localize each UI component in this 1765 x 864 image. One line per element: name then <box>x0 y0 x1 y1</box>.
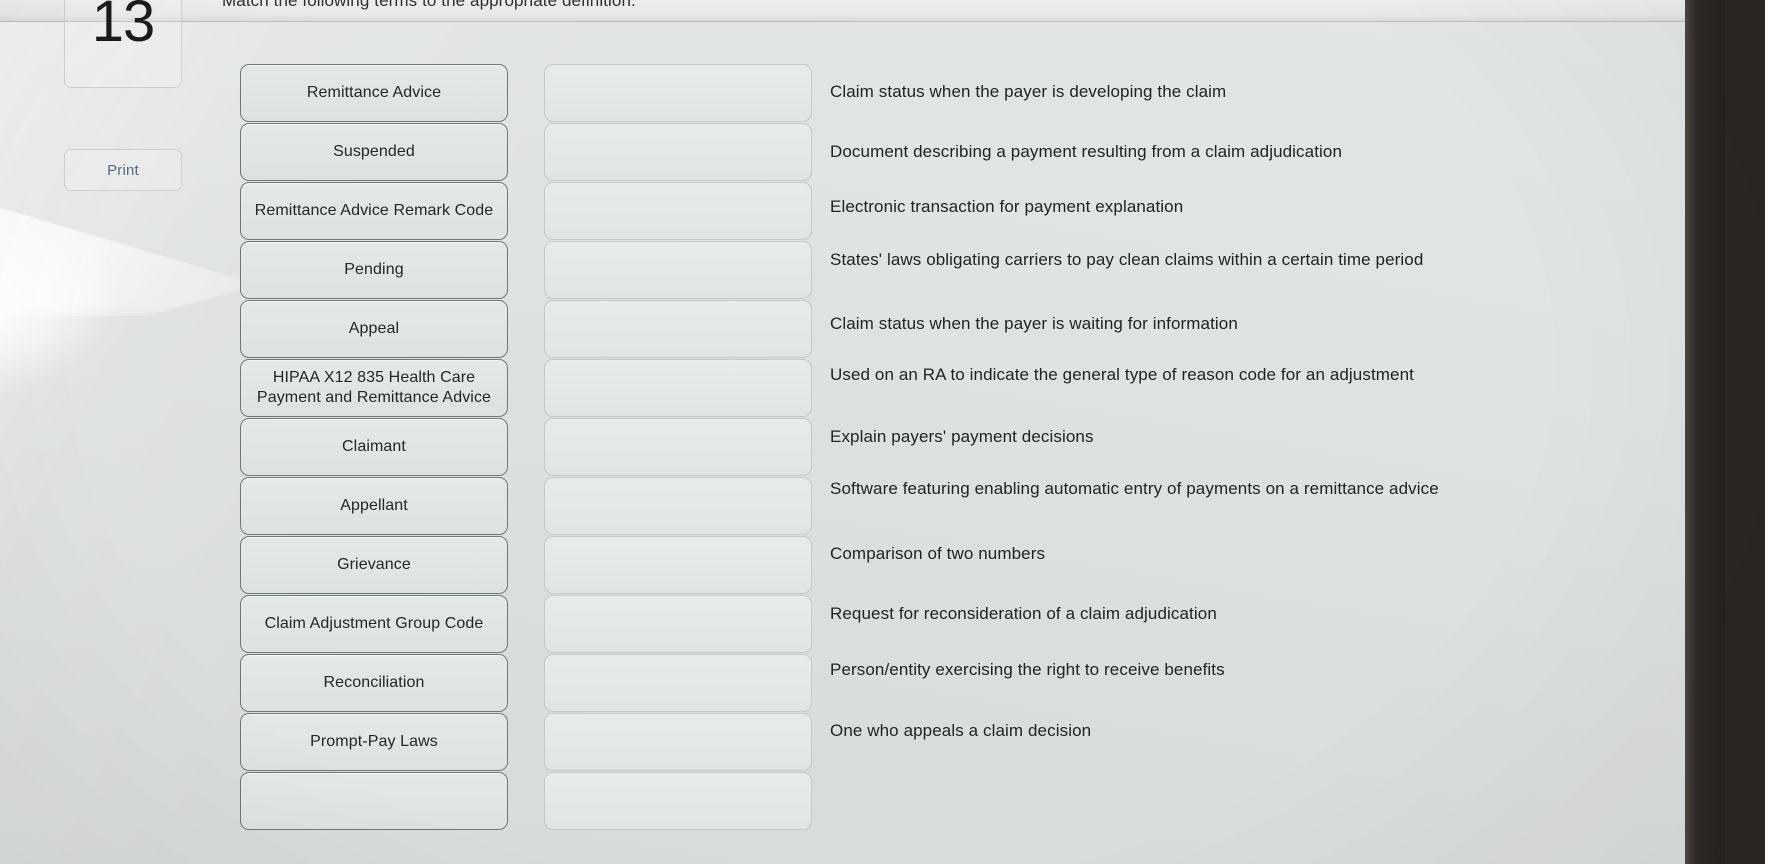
matching-row <box>222 772 1725 830</box>
term-tile[interactable]: Grievance <box>240 536 508 594</box>
answer-dropzone[interactable] <box>544 300 812 358</box>
question-prompt: Match the following terms to the appropr… <box>222 0 636 10</box>
definition-text: Document describing a payment resulting … <box>830 142 1343 161</box>
definition-text: Software featuring enabling automatic en… <box>830 479 1439 498</box>
answer-dropzone[interactable] <box>544 359 812 417</box>
term-tile[interactable]: Remittance Advice <box>240 64 508 122</box>
question-header-bar: Match the following terms to the appropr… <box>0 0 1725 22</box>
term-tile[interactable]: HIPAA X12 835 Health Care Payment and Re… <box>240 359 508 417</box>
answer-dropzone[interactable] <box>544 654 812 712</box>
answer-dropzone[interactable] <box>544 772 812 830</box>
term-tile[interactable]: Remittance Advice Remark Code <box>240 182 508 240</box>
answer-dropzone[interactable] <box>544 595 812 653</box>
monitor-bezel <box>1685 0 1725 864</box>
term-tile-label: Grievance <box>337 556 411 573</box>
term-tile[interactable]: Claimant <box>240 418 508 476</box>
definition-text: Person/entity exercising the right to re… <box>830 660 1225 679</box>
term-tile-label: Appeal <box>348 320 400 337</box>
definition-text: Electronic transaction for payment expla… <box>830 197 1184 216</box>
term-tile[interactable] <box>240 772 508 830</box>
definition-text: Request for reconsideration of a claim a… <box>830 604 1217 623</box>
term-tile-label: Remittance Advice <box>306 84 442 101</box>
term-tile[interactable]: Pending <box>240 241 508 299</box>
term-tile-label: Claim Adjustment Group Code <box>264 615 484 632</box>
definition-text: One who appeals a claim decision <box>830 721 1092 740</box>
term-tile[interactable]: Appeal <box>240 300 508 358</box>
definition-text: Claim status when the payer is waiting f… <box>830 314 1238 333</box>
answer-dropzone[interactable] <box>544 241 812 299</box>
definition-text: Comparison of two numbers <box>830 544 1046 563</box>
term-tile[interactable]: Reconciliation <box>240 654 508 712</box>
answer-dropzone[interactable] <box>544 123 812 181</box>
term-tile-label: Claimant <box>342 438 406 455</box>
term-tile-label: Appellant <box>340 497 408 514</box>
answer-dropzone[interactable] <box>544 713 812 771</box>
answer-dropzone[interactable] <box>544 418 812 476</box>
answer-dropzone[interactable] <box>544 536 812 594</box>
print-button[interactable]: Print <box>64 149 182 191</box>
term-tile-label: Pending <box>344 261 404 278</box>
term-tile[interactable]: Appellant <box>240 477 508 535</box>
term-tile-label: Reconciliation <box>323 674 425 691</box>
term-tile-label: HIPAA X12 835 Health Care Payment and Re… <box>256 369 492 406</box>
definition-text: Used on an RA to indicate the general ty… <box>830 365 1414 384</box>
term-tile[interactable]: Claim Adjustment Group Code <box>240 595 508 653</box>
answer-dropzone[interactable] <box>544 182 812 240</box>
term-tile[interactable]: Prompt-Pay Laws <box>240 713 508 771</box>
quiz-screen: Match the following terms to the appropr… <box>0 0 1725 864</box>
term-tile-label: Suspended <box>333 143 415 160</box>
print-button-label: Print <box>107 161 139 179</box>
question-number: 13 <box>91 0 156 54</box>
question-number-box: 13 <box>64 0 182 88</box>
answer-dropzone[interactable] <box>544 64 812 122</box>
definition-text: Claim status when the payer is developin… <box>830 82 1227 101</box>
definition-text: Explain payers' payment decisions <box>830 427 1094 446</box>
left-rail: 13 Print <box>0 0 222 864</box>
term-tile-label: Remittance Advice Remark Code <box>254 202 494 219</box>
term-tile-label: Prompt-Pay Laws <box>310 733 438 750</box>
matching-grid: Remittance Advice Suspended Remittance Adv… <box>222 22 1725 864</box>
term-tile[interactable]: Suspended <box>240 123 508 181</box>
answer-dropzone[interactable] <box>544 477 812 535</box>
definition-text: States' laws obligating carriers to pay … <box>830 250 1424 269</box>
